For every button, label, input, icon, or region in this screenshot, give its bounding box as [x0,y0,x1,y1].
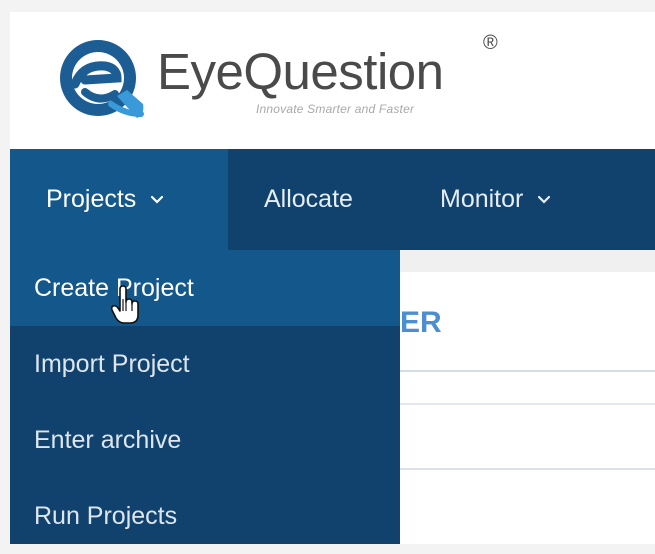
menu-item-run-projects[interactable]: Run Projects [10,478,400,554]
nav-item-label: Monitor [440,185,524,213]
projects-dropdown-menu: Create Project Import Project Enter arch… [10,250,400,544]
divider [400,468,655,470]
page-content: ER [400,250,655,544]
nav-item-label: Projects [46,185,137,213]
nav-item-allocate[interactable]: Allocate [228,149,398,250]
hand-pointer-cursor-icon [110,285,139,324]
brand-tagline: Innovate Smarter and Faster [256,102,415,116]
menu-item-enter-archive[interactable]: Enter archive [10,402,400,478]
menu-item-create-project[interactable]: Create Project [10,250,400,326]
divider [400,370,655,372]
registered-mark: ® [483,32,498,54]
eyequestion-logo-icon[interactable] [55,34,155,124]
main-navbar: Projects Allocate Monitor [10,149,655,250]
window-top-margin [0,0,655,12]
nav-item-monitor[interactable]: Monitor [398,149,618,250]
nav-item-projects[interactable]: Projects [10,149,228,250]
site-header: EyeQuestion ® Innovate Smarter and Faste… [10,12,655,149]
nav-item-label: Allocate [264,185,353,213]
divider [400,403,655,405]
menu-item-import-project[interactable]: Import Project [10,326,400,402]
brand-name: EyeQuestion [157,43,444,100]
chevron-down-icon [538,195,551,204]
chevron-down-icon [151,195,164,204]
page-heading: ER [400,306,442,339]
